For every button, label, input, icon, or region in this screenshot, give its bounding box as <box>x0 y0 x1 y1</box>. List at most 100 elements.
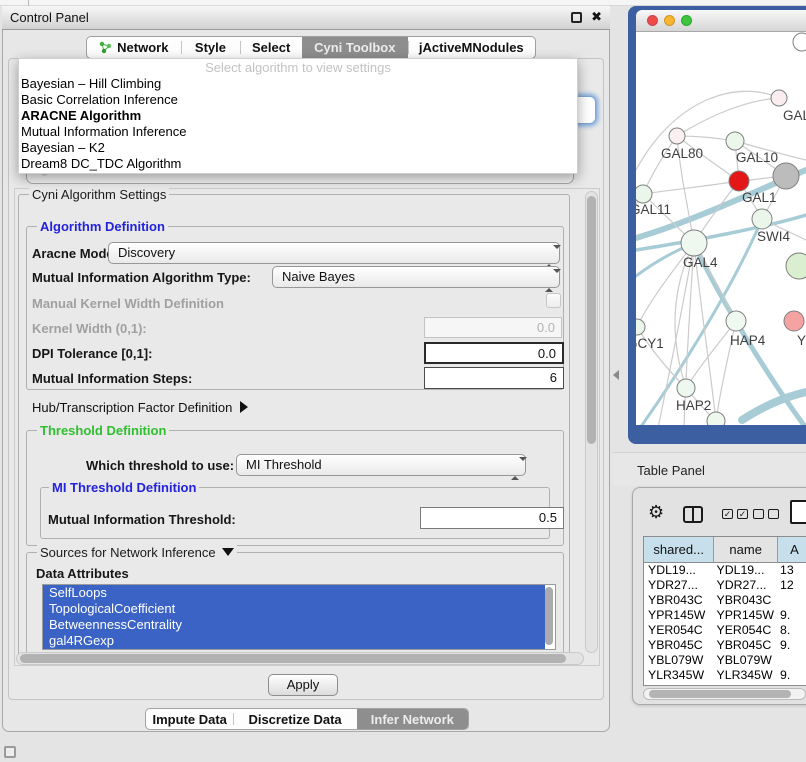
float-panel-icon[interactable] <box>571 12 582 23</box>
attribute-list-item[interactable]: TopologicalCoefficient <box>43 601 545 617</box>
tab-style[interactable]: Style <box>181 37 241 58</box>
combo-spinner-icon <box>511 459 518 473</box>
mi-threshold-input[interactable]: 0.5 <box>420 507 564 529</box>
gear-icon[interactable]: ⚙ <box>648 503 664 521</box>
dropdown-item[interactable]: Bayesian – Hill Climbing <box>19 76 577 92</box>
network-edge[interactable] <box>677 98 779 136</box>
unchecked-checkbox-icon[interactable] <box>768 509 779 519</box>
column-header[interactable]: name <box>714 537 778 562</box>
network-window-titlebar[interactable] <box>636 10 806 32</box>
table-cell: 8. <box>778 623 806 638</box>
table-cell: YPR145W <box>715 608 778 623</box>
table-row[interactable]: YPR145WYPR145W9. <box>644 608 806 623</box>
sources-group-title[interactable]: Sources for Network Inference <box>37 545 237 560</box>
scrollbar-thumb[interactable] <box>649 690 791 698</box>
close-traffic-light-icon[interactable] <box>647 15 658 26</box>
data-attributes-list[interactable]: SelfLoopsTopologicalCoefficientBetweenne… <box>42 584 556 650</box>
tab-select[interactable]: Select <box>240 37 302 58</box>
dropdown-item[interactable]: ARACNE Algorithm <box>19 108 577 124</box>
network-node[interactable] <box>726 311 746 331</box>
network-node[interactable] <box>681 230 707 256</box>
attribute-list-item[interactable]: gal4RGexp <box>43 633 545 649</box>
table-horizontal-scrollbar[interactable] <box>643 688 806 700</box>
network-view-window: GALGAL80GAL10GAL1GAL11SWI4GAL4HAP4YGCY1H… <box>628 6 806 444</box>
network-node[interactable] <box>793 33 806 51</box>
table-row[interactable]: YBR045CYBR045C9. <box>644 638 806 653</box>
settings-vertical-scrollbar[interactable] <box>585 191 598 653</box>
close-icon[interactable]: ✖ <box>591 9 602 25</box>
attribute-list-item[interactable]: SelfLoops <box>43 585 545 601</box>
network-node[interactable] <box>726 132 744 150</box>
document-icon[interactable] <box>790 500 806 524</box>
kernel-width-input[interactable]: 0.0 <box>424 317 562 338</box>
network-node[interactable] <box>707 412 725 425</box>
bottom-tab-infer-network[interactable]: Infer Network <box>357 709 468 729</box>
mi-type-combobox[interactable]: Naive Bayes <box>272 266 560 288</box>
node-label: HAP4 <box>730 333 766 348</box>
network-node[interactable] <box>784 311 804 331</box>
network-node[interactable] <box>786 253 806 279</box>
mi-type-value: Naive Bayes <box>282 269 355 284</box>
bottom-tab-discretize-data[interactable]: Discretize Data <box>233 709 356 729</box>
network-node[interactable] <box>729 171 749 191</box>
tab-network[interactable]: Network <box>87 37 181 58</box>
table-row[interactable]: YBR043CYBR043C <box>644 593 806 608</box>
mi-steps-label: Mutual Information Steps: <box>32 371 192 386</box>
scrollbar-thumb[interactable] <box>587 196 596 444</box>
table-row[interactable]: YLR345WYLR345W9. <box>644 668 806 683</box>
network-node[interactable] <box>636 185 652 203</box>
tab-cyni-toolbox[interactable]: Cyni Toolbox <box>302 37 408 58</box>
splitter-collapse-icon[interactable] <box>613 370 619 380</box>
floating-panel-icon[interactable] <box>4 746 16 758</box>
table-cell: YER054C <box>644 623 715 638</box>
table-row[interactable]: YDR27...YDR27...12 <box>644 578 806 593</box>
apply-button[interactable]: Apply <box>268 674 338 696</box>
table-cell: YDR27... <box>644 578 715 593</box>
network-node[interactable] <box>752 209 772 229</box>
dropdown-item[interactable]: Bayesian – K2 <box>19 140 577 156</box>
list-scrollbar-thumb[interactable] <box>545 587 553 645</box>
unchecked-checkbox-icon[interactable] <box>753 509 764 519</box>
network-graph[interactable]: GALGAL80GAL10GAL1GAL11SWI4GAL4HAP4YGCY1H… <box>636 32 806 425</box>
table-panel-title: Table Panel <box>637 463 705 478</box>
network-edge[interactable] <box>643 181 739 194</box>
tab-jactivemnodules[interactable]: jActiveMNodules <box>408 37 535 58</box>
which-threshold-value: MI Threshold <box>246 457 322 472</box>
network-node[interactable] <box>773 163 799 189</box>
dropdown-item[interactable]: Dream8 DC_TDC Algorithm <box>19 156 577 172</box>
checked-checkbox-icon[interactable]: ✓ <box>737 509 748 519</box>
scrollbar-thumb[interactable] <box>20 654 566 663</box>
network-node[interactable] <box>669 128 685 144</box>
table-row[interactable]: YBL079WYBL079W <box>644 653 806 668</box>
network-node[interactable] <box>636 319 645 335</box>
table-row[interactable]: YER054CYER054C8. <box>644 623 806 638</box>
split-columns-icon[interactable] <box>683 506 703 523</box>
hub-tf-definition-toggle[interactable]: Hub/Transcription Factor Definition <box>32 400 248 415</box>
column-header[interactable]: A <box>778 537 806 562</box>
checked-checkbox-icon[interactable]: ✓ <box>722 509 733 519</box>
data-attributes-label: Data Attributes <box>36 566 129 581</box>
settings-horizontal-scrollbar[interactable] <box>16 652 584 665</box>
dropdown-item[interactable]: Basic Correlation Inference <box>19 92 577 108</box>
minimize-traffic-light-icon[interactable] <box>664 15 675 26</box>
node-label: GAL4 <box>683 255 718 270</box>
table-cell: YLR345W <box>644 668 715 683</box>
which-threshold-combobox[interactable]: MI Threshold <box>236 454 526 476</box>
network-edge[interactable] <box>643 136 677 194</box>
table-row[interactable]: YDL19...YDL19...13 <box>644 563 806 578</box>
dpi-tolerance-input[interactable]: 0.0 <box>424 342 564 364</box>
network-canvas[interactable]: GALGAL80GAL10GAL1GAL11SWI4GAL4HAP4YGCY1H… <box>636 32 806 425</box>
attribute-list-item[interactable]: BetweennessCentrality <box>43 617 545 633</box>
mi-steps-input[interactable]: 6 <box>424 367 564 389</box>
manual-kernel-checkbox[interactable] <box>546 293 561 308</box>
table-cell: 9 <box>778 683 806 686</box>
network-node[interactable] <box>677 379 695 397</box>
table-cell: YBL079W <box>644 653 715 668</box>
bottom-tab-impute-data[interactable]: Impute Data <box>146 709 233 729</box>
column-header[interactable]: shared... <box>644 537 714 562</box>
zoom-traffic-light-icon[interactable] <box>681 15 692 26</box>
dropdown-item[interactable]: Mutual Information Inference <box>19 124 577 140</box>
aracne-mode-combobox[interactable]: Discovery <box>108 242 560 264</box>
table-row[interactable]: YIL052CYIL052C9 <box>644 683 806 686</box>
network-node[interactable] <box>771 90 787 106</box>
